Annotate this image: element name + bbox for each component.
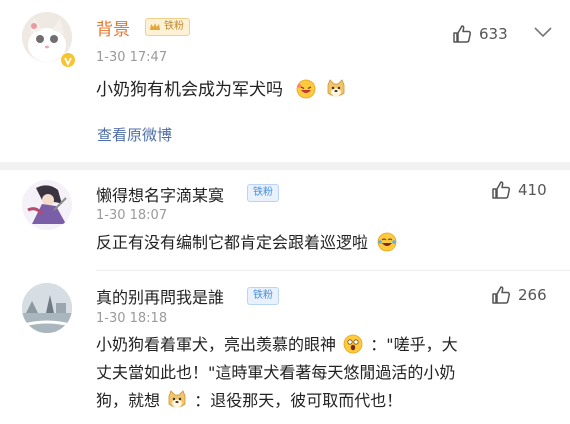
verified-badge-icon <box>60 52 76 68</box>
like-button[interactable]: 633 <box>451 22 508 46</box>
fan-badge: 铁粉 <box>247 287 279 305</box>
comment-text-segment: ："嗟乎，大 <box>370 335 458 354</box>
doge-emoji <box>327 79 345 97</box>
doge-emoji <box>168 390 186 408</box>
fan-badge-label: 铁粉 <box>253 290 273 301</box>
like-button[interactable]: 410 <box>490 178 547 202</box>
original-post: 背景 铁粉 1-30 17:47 633 小奶狗有机会成为军犬吗 查看原微博 <box>0 0 570 162</box>
timestamp: 1-30 18:18 <box>96 311 168 326</box>
author-name[interactable]: 真的别再問我是誰 <box>96 284 224 308</box>
like-count: 266 <box>518 286 547 304</box>
comment-text-segment: 狗，就想 <box>96 391 161 410</box>
comment-text-line: 丈夫當如此也！"這時軍犬看著每天悠閒過活的小奶 <box>96 359 455 386</box>
like-count: 410 <box>518 181 547 199</box>
author-name[interactable]: 懒得想名字滴某寞 <box>96 182 224 206</box>
like-count: 633 <box>479 25 508 43</box>
fan-badge-label: 铁粉 <box>164 21 184 32</box>
avatar[interactable] <box>22 180 72 230</box>
comment-text-line: 小奶狗看着軍犬，亮出羡慕的眼神 ："嗟乎，大 <box>96 331 458 358</box>
comment-text-content: 反正有没有编制它都肯定会跟着巡逻啦 <box>96 233 369 252</box>
comment-text-content: 小奶狗有机会成为军犬吗 <box>96 80 283 100</box>
view-original-post-link[interactable]: 查看原微博 <box>97 124 172 145</box>
comment-item: 懒得想名字滴某寞 铁粉 1-30 18:07 410 反正有没有编制它都肯定会跟… <box>0 170 570 270</box>
laughing-emoji <box>297 79 316 99</box>
section-divider <box>0 162 570 170</box>
author-name[interactable]: 背景 <box>96 15 130 40</box>
avatar-landscape-image <box>22 283 72 333</box>
more-options-button[interactable] <box>532 25 554 47</box>
timestamp: 1-30 18:07 <box>96 208 168 223</box>
comment-text: 反正有没有编制它都肯定会跟着巡逻啦 <box>96 229 397 256</box>
avatar-anime-character-image <box>22 180 72 230</box>
comment-item: 真的别再問我是誰 铁粉 1-30 18:18 266 小奶狗看着軍犬，亮出羡慕的… <box>0 271 570 424</box>
fan-badge: 铁粉 <box>145 18 190 36</box>
timestamp: 1-30 17:47 <box>96 50 168 65</box>
crown-icon <box>150 23 160 30</box>
laughing-tears-emoji <box>377 232 397 252</box>
like-button[interactable]: 266 <box>490 283 547 307</box>
comment-text-segment: 丈夫當如此也！"這時軍犬看著每天悠閒過活的小奶 <box>96 363 456 382</box>
avatar[interactable] <box>22 283 72 333</box>
chevron-down-icon <box>534 27 552 38</box>
comment-text-segment: 小奶狗看着軍犬，亮出羡慕的眼神 <box>96 335 337 354</box>
thumbs-up-icon <box>453 25 472 43</box>
comment-text-line: 狗，就想 ：退役那天，彼可取而代也！ <box>96 387 402 414</box>
fan-badge-label: 铁粉 <box>253 187 273 198</box>
comment-text: 小奶狗有机会成为军犬吗 <box>96 77 346 104</box>
comment-feed: 背景 铁粉 1-30 17:47 633 小奶狗有机会成为军犬吗 查看原微博 懒… <box>0 0 570 424</box>
comment-text-segment: ：退役那天，彼可取而代也！ <box>194 391 403 410</box>
fan-badge: 铁粉 <box>247 184 279 202</box>
thumbs-up-icon <box>492 286 511 304</box>
thumbs-up-icon <box>492 181 511 199</box>
awe-emoji <box>343 334 363 354</box>
